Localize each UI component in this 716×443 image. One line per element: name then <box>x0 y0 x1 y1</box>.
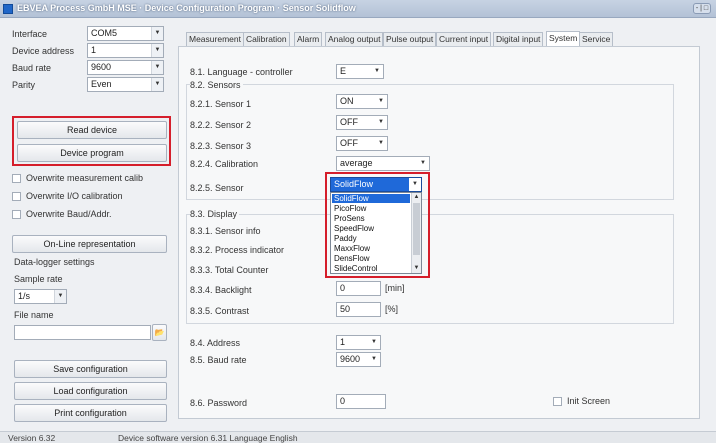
sensor3-value: OFF <box>340 138 358 148</box>
contrast-unit: [%] <box>385 304 399 314</box>
sensor1-value: ON <box>340 96 354 106</box>
app-version: Version 6.32 <box>8 433 56 443</box>
display-group-title: 8.3. Display <box>190 209 240 219</box>
chevron-down-icon: ▼ <box>375 137 387 150</box>
contrast-input[interactable]: 50 <box>336 302 381 317</box>
baud-rate-label: Baud rate <box>12 63 52 73</box>
tab-calibration[interactable]: Calibration <box>243 32 290 46</box>
chevron-down-icon: ▼ <box>151 27 163 40</box>
chevron-down-icon: ▼ <box>371 65 383 78</box>
chevron-down-icon: ▼ <box>54 290 66 303</box>
overwrite-io-label: Overwrite I/O calibration <box>26 191 123 201</box>
sample-rate-select[interactable]: 1/s ▼ <box>14 289 67 304</box>
language-value: E <box>340 66 347 76</box>
main-window: EBVEA Process GmbH MSE · Device Configur… <box>0 0 716 443</box>
calibration-value: average <box>340 158 373 168</box>
status-bar: Version 6.32 Device software version 6.3… <box>0 431 716 443</box>
baud-rate-select[interactable]: 9600 ▼ <box>87 60 164 75</box>
interface-value: COM5 <box>91 28 118 38</box>
backlight-label: 8.3.4. Backlight <box>190 285 252 295</box>
save-configuration-button[interactable]: Save configuration <box>14 360 167 378</box>
sample-rate-label: Sample rate <box>14 274 63 284</box>
title-bar: EBVEA Process GmbH MSE · Device Configur… <box>0 0 716 18</box>
device-address-value: 1 <box>91 45 97 55</box>
total-counter-label: 8.3.3. Total Counter <box>190 265 269 275</box>
chevron-down-icon: ▼ <box>151 61 163 74</box>
chevron-down-icon: ▼ <box>151 44 163 57</box>
interface-select[interactable]: COM5 ▼ <box>87 26 164 41</box>
init-screen-checkbox[interactable] <box>553 397 562 406</box>
overwrite-calib-label: Overwrite measurement calib <box>26 173 144 183</box>
tab-current-input[interactable]: Current input <box>436 32 492 46</box>
chevron-down-icon: ▼ <box>368 336 380 349</box>
baud-rate-system-select[interactable]: 9600 ▼ <box>336 352 381 367</box>
password-label: 8.6. Password <box>190 398 248 408</box>
language-label: 8.1. Language - controller <box>190 67 293 77</box>
tab-pulse-output[interactable]: Pulse output <box>383 32 437 46</box>
init-screen-label: Init Screen <box>567 396 611 406</box>
sensor-info-label: 8.3.1. Sensor info <box>190 226 261 236</box>
sensors-group-title: 8.2. Sensors <box>190 80 243 90</box>
overwrite-baud-label: Overwrite Baud/Addr. <box>26 209 112 219</box>
chevron-down-icon: ▼ <box>151 78 163 91</box>
calibration-select[interactable]: average ▼ <box>336 156 430 171</box>
overwrite-io-checkbox[interactable] <box>12 192 21 201</box>
baud-rate-system-value: 9600 <box>340 354 361 364</box>
left-panel: Interface COM5 ▼ Device address 1 ▼ Baud… <box>0 19 175 429</box>
backlight-unit: [min] <box>385 283 405 293</box>
address-value: 1 <box>340 337 346 347</box>
interface-label: Interface <box>12 29 48 39</box>
online-representation-button[interactable]: On-Line representation <box>12 235 167 253</box>
sample-rate-value: 1/s <box>18 291 31 301</box>
overwrite-calib-checkbox[interactable] <box>12 174 21 183</box>
sensor2-select[interactable]: OFF ▼ <box>336 115 388 130</box>
sensor-type-label: 8.2.5. Sensor <box>190 183 244 193</box>
tab-alarm[interactable]: Alarm <box>294 32 323 46</box>
parity-label: Parity <box>12 80 36 90</box>
device-info: Device software version 6.31 Language En… <box>118 433 298 443</box>
sensor3-label: 8.2.3. Sensor 3 <box>190 141 252 151</box>
app-logo-icon <box>3 4 13 14</box>
sensor2-label: 8.2.2. Sensor 2 <box>190 120 252 130</box>
sensor1-select[interactable]: ON ▼ <box>336 94 388 109</box>
overwrite-baud-checkbox[interactable] <box>12 210 21 219</box>
process-indicator-label: 8.3.2. Process indicator <box>190 245 285 255</box>
folder-icon[interactable]: 📂 <box>152 324 167 341</box>
tab-analog-output[interactable]: Analog output <box>325 32 384 46</box>
window-controls[interactable]: - | □ <box>693 3 711 14</box>
contrast-label: 8.3.5. Contrast <box>190 306 250 316</box>
file-name-label: File name <box>14 310 54 320</box>
sensor2-value: OFF <box>340 117 358 127</box>
calibration-label: 8.2.4. Calibration <box>190 159 259 169</box>
address-select[interactable]: 1 ▼ <box>336 335 381 350</box>
tab-measurement[interactable]: Measurement <box>186 32 244 46</box>
chevron-down-icon: ▼ <box>368 353 380 366</box>
device-address-select[interactable]: 1 ▼ <box>87 43 164 58</box>
device-address-label: Device address <box>12 46 75 56</box>
datalogger-title: Data-logger settings <box>14 257 95 267</box>
sensors-group <box>186 84 674 200</box>
baud-rate-system-label: 8.5. Baud rate <box>190 355 247 365</box>
sensor3-select[interactable]: OFF ▼ <box>336 136 388 151</box>
parity-value: Even <box>91 79 112 89</box>
tab-service[interactable]: Service <box>579 32 614 46</box>
file-name-input[interactable] <box>14 325 151 340</box>
load-configuration-button[interactable]: Load configuration <box>14 382 167 400</box>
chevron-down-icon: ▼ <box>417 157 429 170</box>
chevron-down-icon: ▼ <box>375 95 387 108</box>
language-select[interactable]: E ▼ <box>336 64 384 79</box>
sensor1-label: 8.2.1. Sensor 1 <box>190 99 252 109</box>
password-input[interactable]: 0 <box>336 394 386 409</box>
address-label: 8.4. Address <box>190 338 241 348</box>
backlight-input[interactable]: 0 <box>336 281 381 296</box>
tab-system[interactable]: System <box>546 31 581 46</box>
chevron-down-icon: ▼ <box>375 116 387 129</box>
baud-rate-value: 9600 <box>91 62 112 72</box>
highlight-frame-actions <box>12 116 171 166</box>
parity-select[interactable]: Even ▼ <box>87 77 164 92</box>
highlight-frame-sensor <box>325 172 430 278</box>
tab-digital-input[interactable]: Digital input <box>493 32 544 46</box>
print-configuration-button[interactable]: Print configuration <box>14 404 167 422</box>
window-title: EBVEA Process GmbH MSE · Device Configur… <box>17 3 356 13</box>
